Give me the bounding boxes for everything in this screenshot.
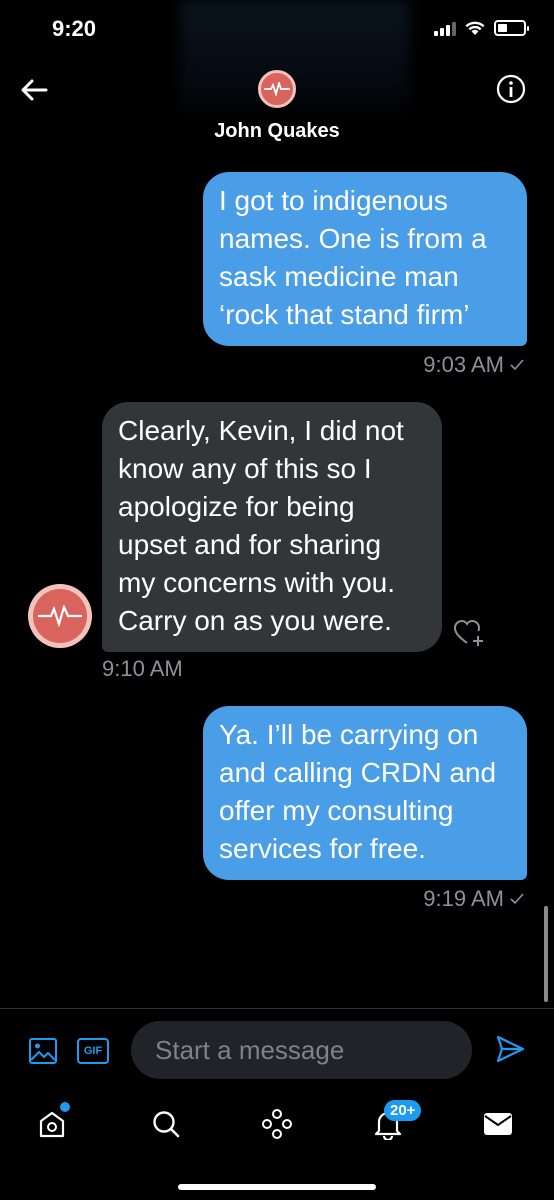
search-icon bbox=[153, 1111, 180, 1138]
home-unread-dot bbox=[60, 1102, 70, 1112]
wifi-icon bbox=[465, 21, 485, 35]
message-text: Ya. I’ll be carrying on and calling CRDN… bbox=[219, 719, 497, 864]
checkmark-icon bbox=[510, 893, 524, 905]
message-time: 9:10 AM bbox=[102, 656, 183, 681]
message-time: 9:19 AM bbox=[423, 886, 504, 911]
message-text: I got to indigenous names. One is from a… bbox=[219, 185, 487, 330]
home-indicator bbox=[178, 1184, 376, 1190]
heartbeat-icon bbox=[38, 605, 82, 627]
tab-spaces[interactable] bbox=[257, 1104, 297, 1144]
message-time: 9:03 AM bbox=[423, 352, 504, 377]
heart-add-icon[interactable] bbox=[453, 618, 485, 648]
status-bar: 9:20 bbox=[0, 0, 554, 120]
message-input[interactable] bbox=[131, 1021, 472, 1079]
scrollbar[interactable] bbox=[544, 906, 548, 1002]
avatar[interactable] bbox=[258, 70, 296, 108]
bottom-tab-bar: 20+ bbox=[0, 1094, 554, 1200]
notifications-badge: 20+ bbox=[384, 1100, 422, 1121]
heartbeat-icon bbox=[264, 82, 290, 96]
message-bubble-outgoing[interactable]: I got to indigenous names. One is from a… bbox=[203, 172, 527, 346]
gif-button[interactable]: GIF bbox=[77, 1038, 109, 1064]
image-icon[interactable] bbox=[28, 1037, 58, 1065]
battery-icon bbox=[494, 20, 529, 36]
status-icons bbox=[434, 20, 529, 36]
spaces-icon bbox=[262, 1109, 292, 1139]
info-icon[interactable] bbox=[496, 74, 526, 104]
message-bubble-outgoing[interactable]: Ya. I’ll be carrying on and calling CRDN… bbox=[203, 706, 527, 880]
conversation-header: John Quakes bbox=[0, 64, 554, 154]
status-time: 9:20 bbox=[52, 16, 97, 41]
mail-icon bbox=[484, 1113, 512, 1135]
sender-avatar[interactable] bbox=[28, 584, 92, 648]
message-meta: 9:19 AM bbox=[423, 886, 524, 912]
message-text: Clearly, Kevin, I did not know any of th… bbox=[118, 415, 404, 636]
cellular-signal-icon bbox=[434, 20, 456, 36]
message-bubble-incoming[interactable]: Clearly, Kevin, I did not know any of th… bbox=[102, 402, 442, 652]
checkmark-icon bbox=[510, 359, 524, 371]
contact-name[interactable]: John Quakes bbox=[0, 120, 554, 143]
home-icon bbox=[39, 1111, 65, 1138]
back-arrow-icon[interactable] bbox=[18, 76, 50, 104]
send-icon[interactable] bbox=[494, 1033, 526, 1065]
message-meta: 9:10 AM bbox=[102, 656, 183, 682]
message-meta: 9:03 AM bbox=[423, 352, 524, 378]
tab-search[interactable] bbox=[146, 1104, 186, 1144]
tab-messages[interactable] bbox=[478, 1104, 518, 1144]
message-composer: GIF bbox=[0, 1008, 554, 1094]
